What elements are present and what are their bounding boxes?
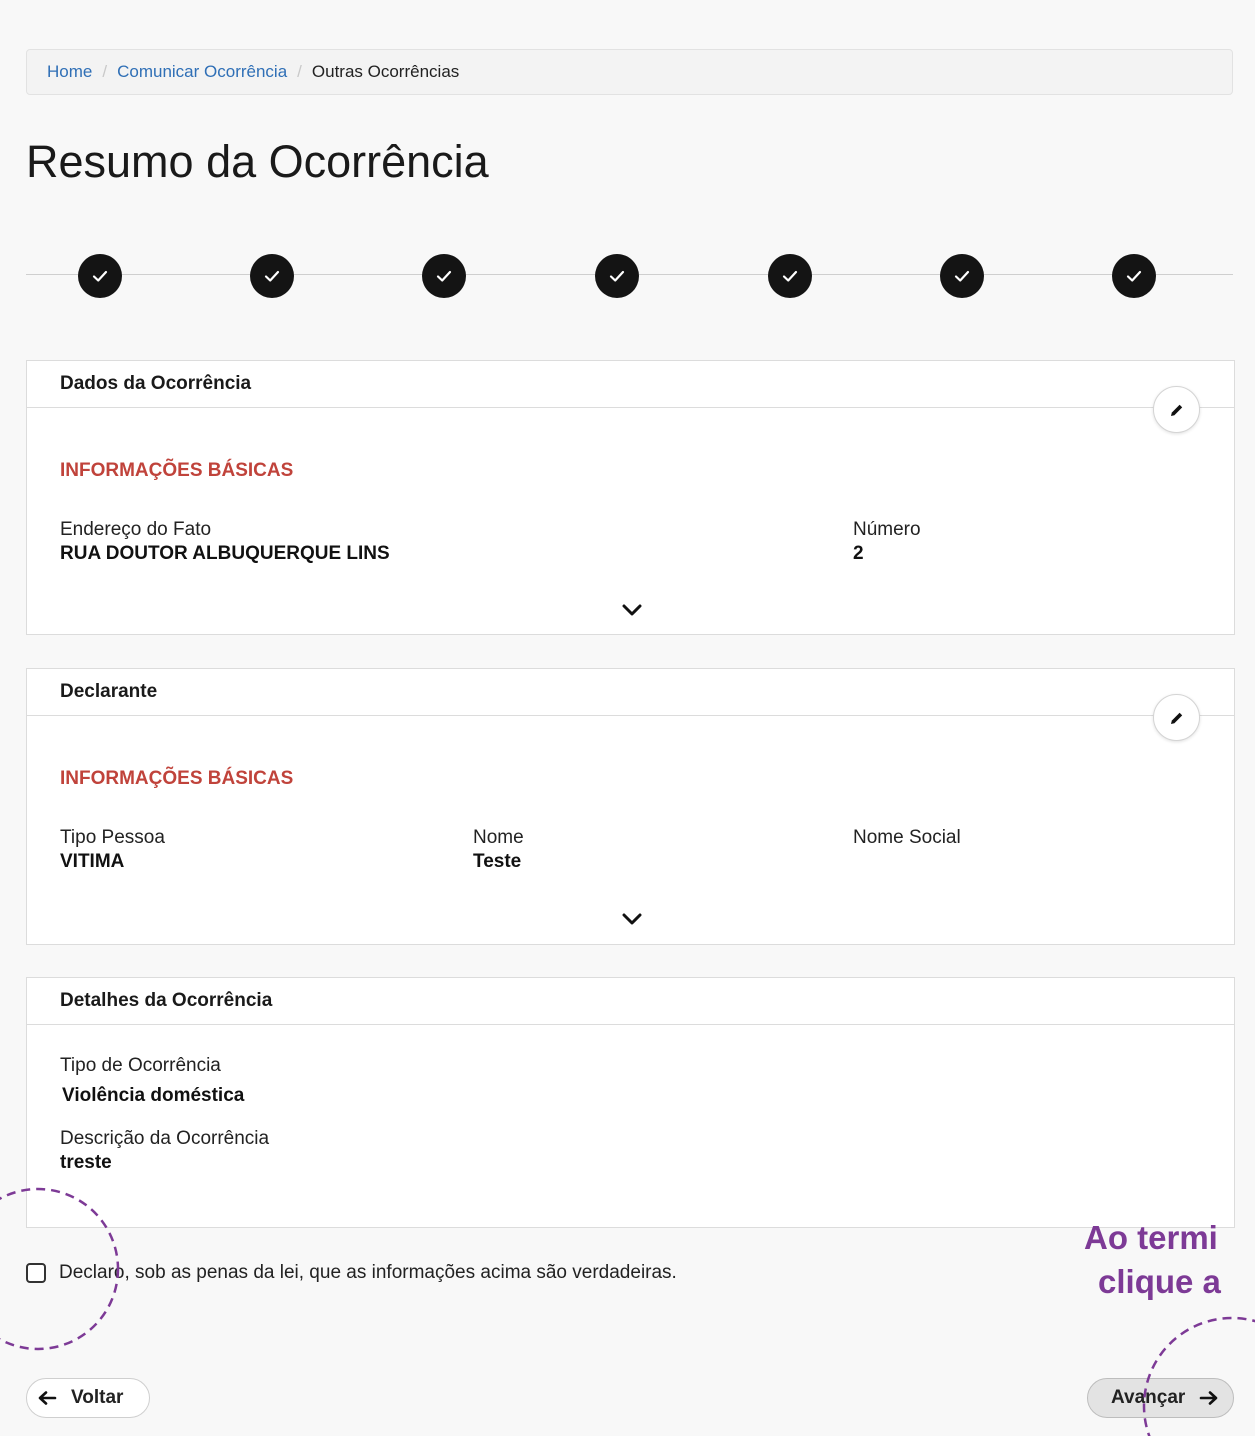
field-tipo-pessoa: Tipo Pessoa VITIMA xyxy=(60,826,165,874)
pencil-icon xyxy=(1170,712,1182,724)
next-button-label: Avançar xyxy=(1111,1387,1186,1408)
breadcrumb-current: Outras Ocorrências xyxy=(311,62,460,81)
section-title: INFORMAÇÕES BÁSICAS xyxy=(60,768,294,789)
field-label: Número xyxy=(853,519,921,540)
declaration-label: Declaro, sob as penas da lei, que as inf… xyxy=(59,1262,677,1283)
expand-declarante-button[interactable] xyxy=(619,910,645,928)
field-label: Tipo de Ocorrência xyxy=(60,1055,221,1076)
field-value: Teste xyxy=(473,851,522,872)
check-icon xyxy=(436,270,452,282)
field-label: Endereço do Fato xyxy=(60,519,212,540)
highlight-circle-next xyxy=(1142,1316,1255,1436)
field-descricao: Descrição da Ocorrência treste xyxy=(60,1127,269,1175)
field-value: VITIMA xyxy=(60,851,125,872)
step-6-complete xyxy=(940,254,984,298)
progress-stepper xyxy=(26,254,1233,298)
field-tipo-ocorrencia: Tipo de Ocorrência Violência doméstica xyxy=(60,1054,244,1108)
check-icon xyxy=(954,270,970,282)
card-declarante: Declarante INFORMAÇÕES BÁSICAS Tipo Pess… xyxy=(26,668,1235,945)
section-title: INFORMAÇÕES BÁSICAS xyxy=(60,460,294,481)
back-button-label: Voltar xyxy=(71,1387,124,1408)
declaration-checkbox[interactable] xyxy=(26,1263,46,1283)
breadcrumb-comunicar-link[interactable]: Comunicar Ocorrência xyxy=(117,62,287,82)
declaration-checkbox-row[interactable]: Declaro, sob as penas da lei, que as inf… xyxy=(26,1262,677,1284)
step-2-complete xyxy=(250,254,294,298)
check-icon xyxy=(92,270,108,282)
card-header: Dados da Ocorrência xyxy=(27,361,1234,408)
page-title: Resumo da Ocorrência xyxy=(26,136,489,187)
card-dados-ocorrencia: Dados da Ocorrência INFORMAÇÕES BÁSICAS … xyxy=(26,360,1235,635)
back-button[interactable]: Voltar xyxy=(26,1378,150,1418)
expand-dados-button[interactable] xyxy=(619,601,645,619)
field-label: Nome xyxy=(473,827,524,848)
field-label: Tipo Pessoa xyxy=(60,827,165,848)
step-7-complete xyxy=(1112,254,1156,298)
step-1-complete xyxy=(78,254,122,298)
chevron-down-icon xyxy=(622,604,642,616)
card-detalhes-ocorrencia: Detalhes da Ocorrência Tipo de Ocorrênci… xyxy=(26,977,1235,1228)
field-value: RUA DOUTOR ALBUQUERQUE LINS xyxy=(60,543,390,564)
breadcrumb-separator: / xyxy=(297,62,302,81)
field-numero: Número 2 xyxy=(853,518,921,566)
field-nome-social: Nome Social xyxy=(853,826,961,850)
card-header: Declarante xyxy=(27,669,1234,716)
pencil-icon xyxy=(1170,404,1182,416)
breadcrumb-home-link[interactable]: Home xyxy=(47,62,92,82)
field-value: Violência doméstica xyxy=(62,1085,245,1106)
field-nome: Nome Teste xyxy=(473,826,524,874)
check-icon xyxy=(1126,270,1142,282)
check-icon xyxy=(264,270,280,282)
step-5-complete xyxy=(768,254,812,298)
field-value: treste xyxy=(60,1152,112,1173)
check-icon xyxy=(782,270,798,282)
check-icon xyxy=(609,270,625,282)
breadcrumb-separator: / xyxy=(102,62,108,81)
card-header: Detalhes da Ocorrência xyxy=(27,978,1234,1025)
field-endereco: Endereço do Fato RUA DOUTOR ALBUQUERQUE … xyxy=(60,518,390,566)
edit-declarante-button[interactable] xyxy=(1153,694,1200,741)
tutorial-tip-line-1: Ao termi xyxy=(1084,1219,1218,1256)
chevron-down-icon xyxy=(622,913,642,925)
step-3-complete xyxy=(422,254,466,298)
tutorial-tip-line-2: clique a xyxy=(1098,1263,1221,1300)
breadcrumb: Home / Comunicar Ocorrência / Outras Oco… xyxy=(26,49,1233,95)
step-4-complete xyxy=(595,254,639,298)
arrow-left-icon xyxy=(38,1391,57,1405)
edit-dados-button[interactable] xyxy=(1153,386,1200,433)
arrow-right-icon xyxy=(1199,1391,1218,1405)
field-label: Descrição da Ocorrência xyxy=(60,1128,270,1149)
field-label: Nome Social xyxy=(853,827,961,848)
field-value: 2 xyxy=(853,543,864,564)
next-button[interactable]: Avançar xyxy=(1087,1378,1234,1418)
